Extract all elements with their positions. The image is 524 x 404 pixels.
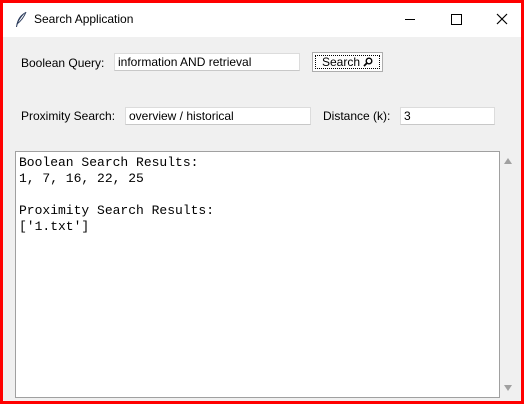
proximity-search-input[interactable]: overview / historical	[125, 107, 311, 125]
scroll-up-arrow-icon[interactable]	[504, 158, 512, 164]
proximity-search-label: Proximity Search:	[21, 109, 116, 123]
close-icon	[496, 13, 508, 25]
results-text: Boolean Search Results: 1, 7, 16, 22, 25…	[19, 155, 215, 234]
results-scrollbar[interactable]	[500, 151, 517, 398]
boolean-query-label: Boolean Query:	[21, 56, 105, 70]
scroll-down-arrow-icon[interactable]	[504, 385, 512, 391]
distance-input[interactable]: 3	[400, 107, 495, 125]
distance-label: Distance (k):	[323, 109, 391, 123]
feather-icon	[14, 11, 28, 29]
maximize-icon	[450, 13, 462, 25]
window-title: Search Application	[34, 12, 134, 26]
focus-ring	[315, 55, 380, 69]
search-button[interactable]: Search	[312, 52, 383, 72]
maximize-button[interactable]	[433, 3, 479, 35]
boolean-query-input[interactable]: information AND retrieval	[114, 53, 300, 71]
app-window: Search Application Boolean Query: inform…	[0, 0, 524, 404]
minimize-icon	[405, 18, 415, 20]
close-button[interactable]	[479, 3, 524, 35]
results-textbox[interactable]: Boolean Search Results: 1, 7, 16, 22, 25…	[15, 151, 500, 398]
minimize-button[interactable]	[387, 3, 433, 35]
title-bar[interactable]: Search Application	[3, 3, 521, 37]
